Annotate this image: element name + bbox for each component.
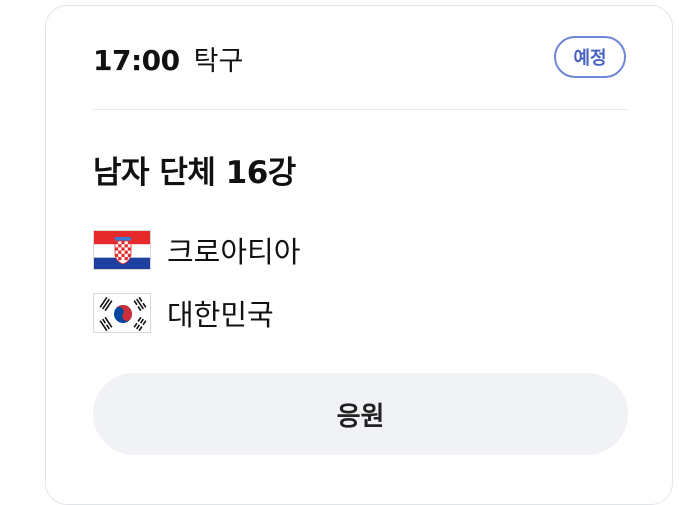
match-card: 17:00 탁구 예정 남자 단체 16강 크로아티아 대한민국 응원 (45, 5, 673, 505)
south-korea-flag-icon (93, 293, 151, 333)
event-title: 남자 단체 16강 (93, 155, 296, 191)
team-name-croatia: 크로아티아 (167, 235, 301, 269)
sport-name: 탁구 (193, 46, 244, 77)
team-row-korea: 대한민국 (93, 292, 274, 334)
match-header: 17:00 탁구 (93, 39, 243, 78)
match-time: 17:00 (93, 44, 180, 77)
croatia-flag-icon (93, 230, 151, 270)
cheer-button[interactable]: 응원 (93, 373, 628, 455)
team-name-korea: 대한민국 (167, 298, 274, 332)
team-row-croatia: 크로아티아 (93, 229, 300, 271)
status-badge: 예정 (554, 36, 626, 78)
divider (93, 109, 628, 110)
